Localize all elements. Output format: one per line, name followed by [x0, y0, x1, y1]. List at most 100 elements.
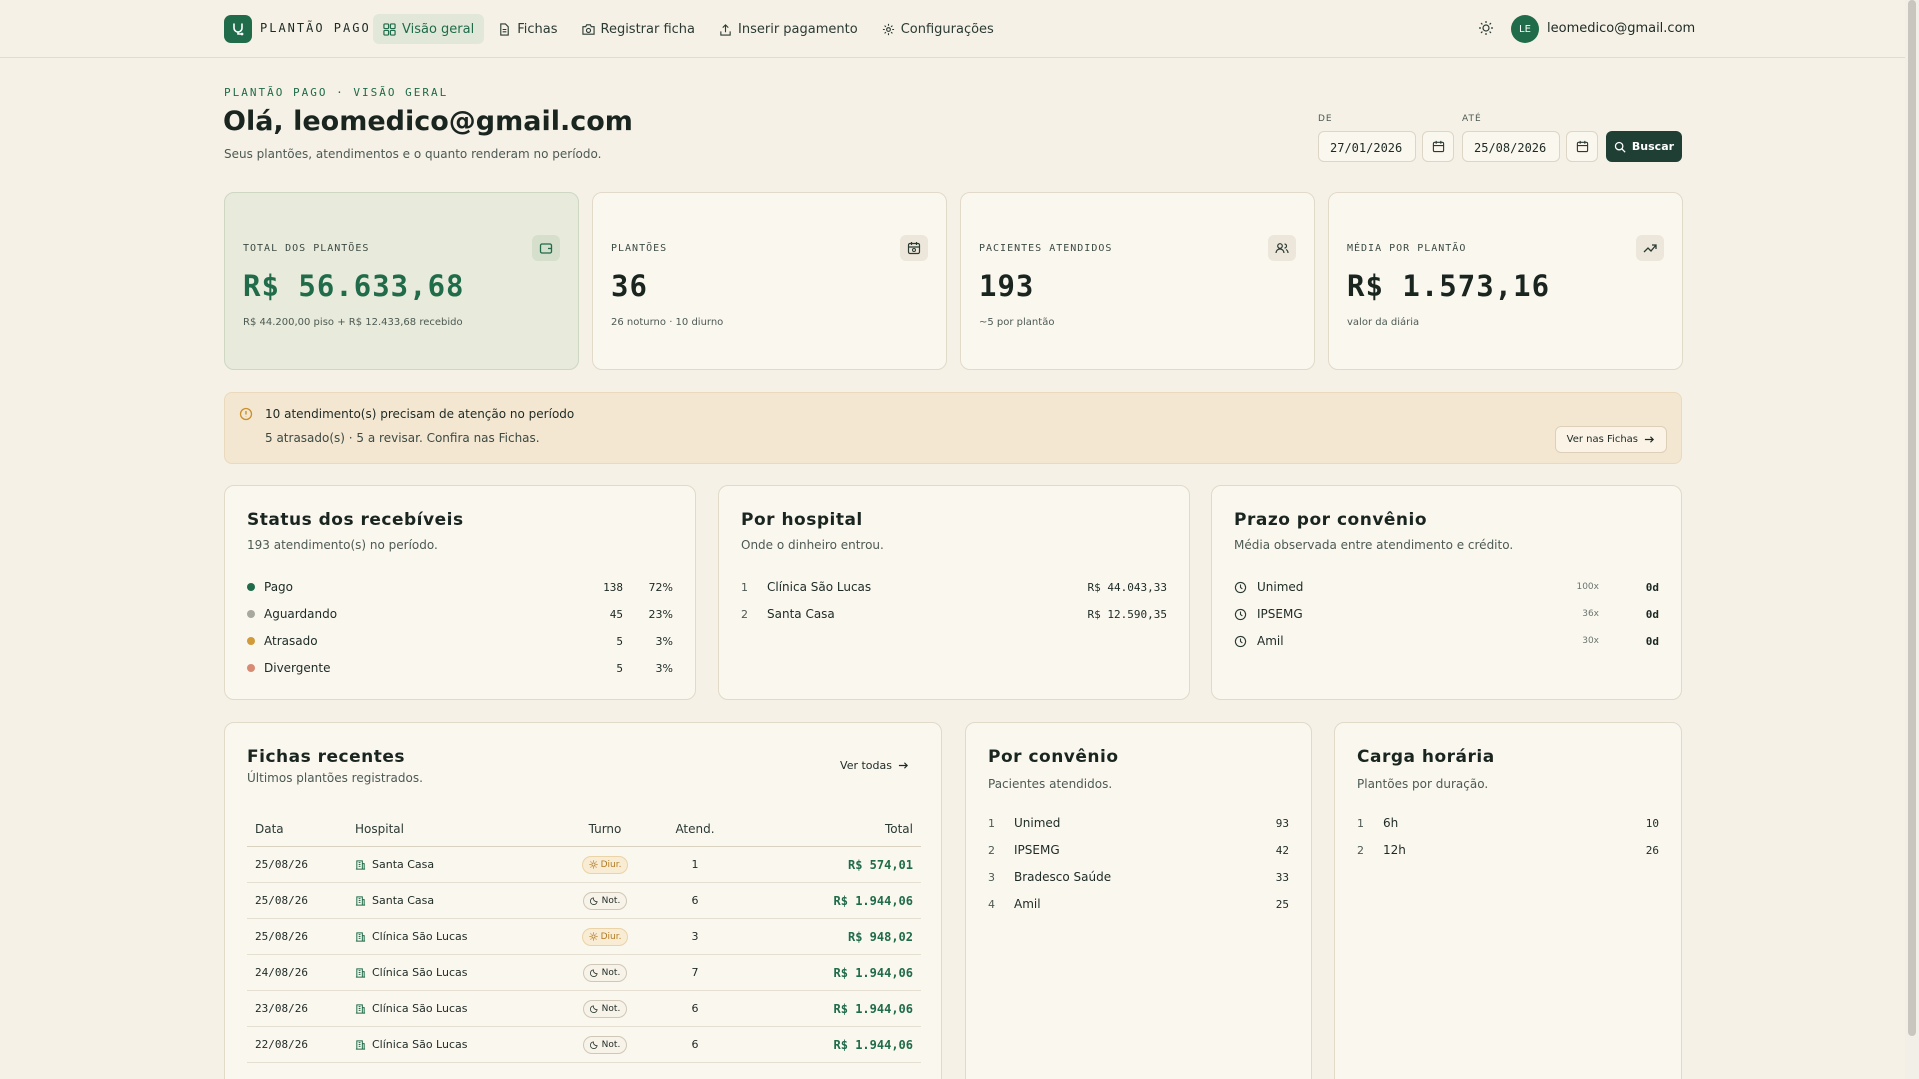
user-email[interactable]: leomedico@gmail.com — [1547, 21, 1695, 36]
calendar-icon — [1432, 140, 1444, 153]
date-from-calendar-button[interactable] — [1422, 131, 1454, 162]
breadcrumb: PLANTÃO PAGO · VISÃO GERAL — [224, 86, 449, 99]
row-count: 1 — [691, 858, 699, 871]
convenio-name: Amil — [1014, 897, 1041, 911]
users-icon — [1268, 235, 1296, 261]
carga-row: 1 6h 10 — [1357, 812, 1659, 834]
status-dot — [247, 664, 255, 672]
shift-label: Not. — [601, 1003, 621, 1014]
building-icon — [355, 896, 366, 906]
carga-count: 26 — [1645, 843, 1659, 857]
nav-item-registrar-ficha[interactable]: Registrar ficha — [572, 14, 706, 44]
prazo-count: 30x — [1582, 636, 1599, 646]
sun-icon — [588, 860, 598, 869]
fichas-table: Data Hospital Turno Atend. Total 25/08/2… — [247, 811, 921, 1063]
wallet-icon — [532, 235, 560, 261]
table-row[interactable]: 25/08/26 Clínica São Lucas Diur. 3 R$ 94… — [247, 919, 921, 955]
search-icon — [1614, 141, 1626, 153]
row-hospital: Santa Casa — [372, 858, 435, 871]
search-button-label: Buscar — [1631, 140, 1675, 153]
carga-name: 6h — [1383, 816, 1399, 830]
prazo-count: 100x — [1576, 582, 1599, 592]
status-pct: 72% — [648, 580, 673, 594]
avatar[interactable]: LE — [1511, 15, 1539, 43]
arrow-right-icon — [898, 762, 909, 769]
shift-label: Diur. — [600, 859, 622, 870]
row-total: R$ 1.944,06 — [833, 893, 913, 908]
convenio-name: Unimed — [1257, 580, 1304, 594]
hospital-amount: R$ 44.043,33 — [1087, 580, 1167, 594]
rank: 3 — [988, 870, 995, 884]
date-to-calendar-button[interactable] — [1566, 131, 1598, 162]
stat-value: 193 — [979, 269, 1035, 303]
panel-title: Prazo por convênio — [1234, 510, 1428, 530]
status-row-pago: Pago 138 72% — [247, 576, 673, 598]
row-count: 3 — [691, 930, 699, 943]
col-total: Total — [884, 821, 913, 836]
table-row[interactable]: 23/08/26 Clínica São Lucas Not. 6 R$ 1.9… — [247, 991, 921, 1027]
convenio-row: 3 Bradesco Saúde 33 — [988, 866, 1289, 888]
convenio-row: 2 IPSEMG 42 — [988, 839, 1289, 861]
carga-panel: Carga horária Plantões por duração. 1 6h… — [1334, 722, 1682, 1079]
nav-item-configuracoes[interactable]: Configurações — [872, 14, 1004, 44]
convenio-row: 4 Amil 25 — [988, 893, 1289, 915]
shift-badge: Not. — [582, 999, 628, 1018]
calendar-icon — [900, 235, 928, 261]
shift-label: Not. — [601, 1039, 621, 1050]
panel-subtitle: 193 atendimento(s) no período. — [247, 538, 438, 552]
see-fichas-label: Ver nas Fichas — [1566, 434, 1638, 445]
shift-label: Diur. — [600, 931, 622, 942]
calendar-icon — [1576, 140, 1588, 153]
stat-label: TOTAL DOS PLANTÕES — [243, 243, 370, 254]
row-hospital: Clínica São Lucas — [372, 1002, 468, 1015]
see-all-link[interactable]: Ver todas — [840, 759, 909, 772]
row-total: R$ 574,01 — [847, 857, 913, 872]
gear-icon — [882, 23, 894, 35]
table-row[interactable]: 25/08/26 Santa Casa Not. 6 R$ 1.944,06 — [247, 883, 921, 919]
convenio-count: 93 — [1275, 816, 1289, 830]
table-row[interactable]: 25/08/26 Santa Casa Diur. 1 R$ 574,01 — [247, 847, 921, 883]
nav-item-label: Inserir pagamento — [738, 21, 858, 37]
building-icon — [355, 932, 366, 942]
shift-badge: Not. — [582, 891, 628, 910]
carga-row: 2 12h 26 — [1357, 839, 1659, 861]
prazo-days: 0d — [1645, 607, 1659, 621]
prazo-days: 0d — [1645, 580, 1659, 594]
status-dot — [247, 583, 255, 591]
clock-icon — [1234, 581, 1247, 593]
shift-badge: Not. — [582, 1035, 628, 1054]
date-from-input[interactable]: 27/01/2026 — [1318, 131, 1416, 162]
clock-icon — [1234, 635, 1247, 647]
nav-item-inserir-pagamento[interactable]: Inserir pagamento — [709, 14, 868, 44]
row-total: R$ 1.944,06 — [833, 1037, 913, 1052]
table-row[interactable]: 24/08/26 Clínica São Lucas Not. 7 R$ 1.9… — [247, 955, 921, 991]
nav-item-visao-geral[interactable]: Visão geral — [373, 14, 485, 44]
stat-note: R$ 44.200,00 piso + R$ 12.433,68 recebid… — [243, 317, 463, 328]
moon-icon — [589, 969, 598, 977]
nav-item-fichas[interactable]: Fichas — [488, 14, 567, 44]
rank: 1 — [741, 580, 748, 594]
trend-up-icon — [1636, 235, 1664, 261]
table-row[interactable]: 22/08/26 Clínica São Lucas Not. 6 R$ 1.9… — [247, 1027, 921, 1063]
file-icon — [500, 22, 509, 36]
alert-title: 10 atendimento(s) precisam de atenção no… — [265, 407, 575, 421]
shift-badge: Not. — [582, 963, 628, 982]
theme-toggle-sun-icon[interactable] — [1478, 20, 1494, 36]
date-to-input[interactable]: 25/08/2026 — [1462, 131, 1560, 162]
scrollbar-thumb[interactable] — [1908, 0, 1916, 1036]
date-to-label: ATÉ — [1462, 114, 1482, 124]
status-pct: 23% — [648, 607, 673, 621]
row-total: R$ 948,02 — [847, 929, 913, 944]
warning-icon — [239, 407, 253, 421]
search-button[interactable]: Buscar — [1606, 131, 1682, 162]
panel-subtitle: Últimos plantões registrados. — [247, 771, 423, 785]
see-fichas-button[interactable]: Ver nas Fichas — [1554, 426, 1667, 453]
arrow-right-icon — [1644, 436, 1655, 443]
row-date: 23/08/26 — [255, 1002, 308, 1015]
status-label: Divergente — [264, 661, 331, 675]
row-date: 25/08/26 — [255, 858, 308, 871]
status-dot — [247, 637, 255, 645]
convenio-row: 1 Unimed 93 — [988, 812, 1289, 834]
logo-icon[interactable] — [224, 15, 252, 43]
convenio-count: 25 — [1275, 897, 1289, 911]
